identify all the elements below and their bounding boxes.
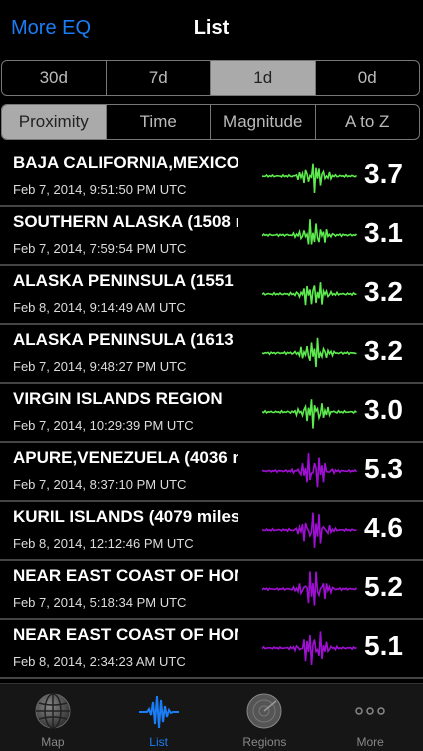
quake-location: APURE,VENEZUELA (4036 miles) bbox=[13, 448, 238, 467]
quake-magnitude: 5.1 bbox=[364, 630, 403, 661]
quake-magnitude: 3.2 bbox=[364, 335, 403, 366]
sort-segmented-control: Proximity Time Magnitude A to Z bbox=[1, 104, 420, 140]
globe-icon bbox=[35, 693, 71, 729]
seismic-waveform-icon bbox=[262, 399, 357, 429]
quake-datetime: Feb 8, 2014, 9:14:49 AM UTC bbox=[13, 300, 186, 315]
seismic-waveform-icon bbox=[262, 631, 357, 666]
more-dots-icon bbox=[355, 707, 385, 715]
quake-location: NEAR EAST COAST OF HONSHU bbox=[13, 566, 238, 585]
quake-row[interactable]: NEAR EAST COAST OF HONSHU Feb 7, 2014, 5:… bbox=[0, 561, 423, 620]
quake-location: KURIL ISLANDS (4079 miles) bbox=[13, 507, 238, 526]
period-segmented-control: 30d 7d 1d 0d bbox=[1, 60, 420, 96]
quake-location: VIRGIN ISLANDS REGION bbox=[13, 389, 223, 408]
seismic-waveform-icon bbox=[262, 452, 357, 488]
tab-regions-label: Regions bbox=[242, 735, 287, 749]
seismic-waveform-icon bbox=[262, 337, 357, 368]
seismograph-icon bbox=[138, 695, 179, 729]
tab-map[interactable]: Map bbox=[0, 684, 106, 751]
tab-list[interactable]: List bbox=[106, 684, 212, 751]
quake-magnitude: 3.7 bbox=[364, 158, 403, 189]
tab-more-label: More bbox=[356, 735, 384, 749]
quake-row[interactable]: ALASKA PENINSULA (1551 miles) Feb 8, 2014… bbox=[0, 266, 423, 325]
quake-row[interactable]: SOUTHERN ALASKA (1508 miles) Feb 7, 2014,… bbox=[0, 207, 423, 266]
quake-location: ALASKA PENINSULA (1613 miles) bbox=[13, 330, 238, 349]
quake-row[interactable]: NEAR EAST COAST OF HONSHU Feb 8, 2014, 2:… bbox=[0, 620, 423, 679]
tab-list-label: List bbox=[149, 735, 168, 749]
tab-more[interactable]: More bbox=[317, 684, 423, 751]
quake-row[interactable]: BAJA CALIFORNIA,MEXICO Feb 7, 2014, 9:51:… bbox=[0, 148, 423, 207]
sort-tab-proximity[interactable]: Proximity bbox=[2, 105, 107, 139]
period-tab-30d[interactable]: 30d bbox=[2, 61, 107, 95]
quake-magnitude: 3.0 bbox=[364, 394, 403, 425]
seismic-waveform-icon bbox=[262, 282, 357, 306]
quake-datetime: Feb 7, 2014, 5:18:34 PM UTC bbox=[13, 595, 187, 610]
quake-datetime: Feb 7, 2014, 8:37:10 PM UTC bbox=[13, 477, 187, 492]
tab-bar: Map List Regions More bbox=[0, 683, 423, 751]
quake-location: ALASKA PENINSULA (1551 miles) bbox=[13, 271, 238, 290]
tab-regions[interactable]: Regions bbox=[212, 684, 318, 751]
quake-row[interactable]: KURIL ISLANDS (4079 miles) Feb 8, 2014, 1… bbox=[0, 502, 423, 561]
tab-map-label: Map bbox=[41, 735, 65, 749]
quake-datetime: Feb 8, 2014, 12:12:46 PM UTC bbox=[13, 536, 194, 551]
seismic-waveform-icon bbox=[262, 512, 357, 548]
quake-magnitude: 5.3 bbox=[364, 453, 403, 484]
period-tab-0d[interactable]: 0d bbox=[316, 61, 420, 95]
sort-tab-a-to-z[interactable]: A to Z bbox=[316, 105, 420, 139]
quake-location: NEAR EAST COAST OF HONSHU bbox=[13, 625, 238, 644]
seismic-waveform-icon bbox=[262, 571, 357, 606]
earthquake-list[interactable]: BAJA CALIFORNIA,MEXICO Feb 7, 2014, 9:51:… bbox=[0, 148, 423, 683]
quake-magnitude: 3.1 bbox=[364, 217, 403, 248]
sort-tab-time[interactable]: Time bbox=[107, 105, 211, 139]
quake-location: BAJA CALIFORNIA,MEXICO bbox=[13, 153, 238, 172]
period-tab-7d[interactable]: 7d bbox=[107, 61, 211, 95]
quake-datetime: Feb 8, 2014, 2:34:23 AM UTC bbox=[13, 654, 186, 669]
quake-row[interactable]: VIRGIN ISLANDS REGION Feb 7, 2014, 10:29:… bbox=[0, 384, 423, 443]
quake-datetime: Feb 7, 2014, 7:59:54 PM UTC bbox=[13, 241, 187, 256]
quake-magnitude: 5.2 bbox=[364, 571, 403, 602]
quake-magnitude: 4.6 bbox=[364, 512, 403, 543]
quake-row[interactable]: APURE,VENEZUELA (4036 miles) Feb 7, 2014,… bbox=[0, 443, 423, 502]
quake-datetime: Feb 7, 2014, 10:29:39 PM UTC bbox=[13, 418, 194, 433]
quake-location: SOUTHERN ALASKA (1508 miles) bbox=[13, 212, 238, 231]
radar-icon bbox=[246, 693, 282, 729]
seismic-waveform-icon bbox=[262, 163, 357, 194]
quake-datetime: Feb 7, 2014, 9:48:27 PM UTC bbox=[13, 359, 187, 374]
page-title: List bbox=[193, 17, 230, 39]
quake-magnitude: 3.2 bbox=[364, 276, 403, 307]
seismic-waveform-icon bbox=[262, 219, 357, 245]
quake-datetime: Feb 7, 2014, 9:51:50 PM UTC bbox=[13, 182, 187, 197]
nav-bar: More EQ List bbox=[0, 0, 423, 58]
quake-row[interactable]: ALASKA PENINSULA (1613 miles) Feb 7, 2014… bbox=[0, 325, 423, 384]
sort-tab-magnitude[interactable]: Magnitude bbox=[211, 105, 316, 139]
period-tab-1d[interactable]: 1d bbox=[211, 61, 316, 95]
